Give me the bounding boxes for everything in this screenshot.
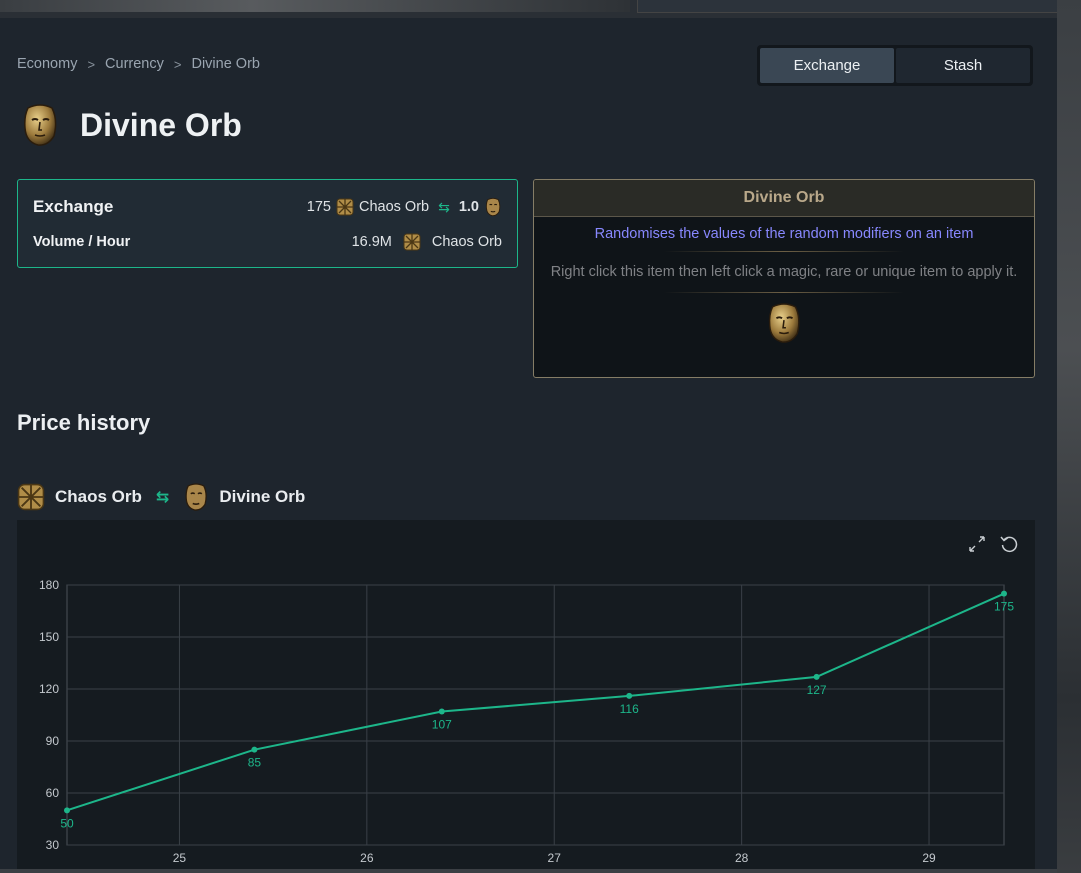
x-tick-label: 26 bbox=[360, 851, 374, 865]
chaos-orb-icon bbox=[336, 198, 354, 216]
y-tick-label: 180 bbox=[39, 578, 59, 592]
y-tick-label: 120 bbox=[39, 682, 59, 696]
y-tick-label: 60 bbox=[46, 786, 60, 800]
breadcrumb-economy[interactable]: Economy bbox=[17, 56, 77, 72]
exchange-label: Exchange bbox=[33, 197, 114, 216]
exchange-amount: 175 bbox=[306, 199, 331, 215]
divine-orb-icon bbox=[485, 197, 501, 217]
tooltip-divider bbox=[664, 292, 904, 293]
breadcrumb: Economy > Currency > Divine Orb bbox=[17, 56, 260, 72]
chaos-orb-icon bbox=[17, 483, 45, 511]
data-point bbox=[1001, 590, 1007, 597]
plot-frame bbox=[66, 584, 1005, 846]
view-toggle: Exchange Stash bbox=[757, 45, 1033, 86]
data-point bbox=[813, 673, 820, 680]
data-label: 116 bbox=[620, 702, 639, 716]
volume-currency: Chaos Orb bbox=[431, 234, 502, 250]
background-panel-top bbox=[637, 0, 1058, 13]
data-label: 85 bbox=[248, 756, 262, 770]
volume-amount: 16.9M bbox=[351, 234, 392, 250]
y-tick-label: 150 bbox=[39, 630, 59, 644]
data-label: 127 bbox=[807, 683, 827, 697]
breadcrumb-separator: > bbox=[173, 56, 182, 72]
exchange-card: Exchange 175 Chaos Orb ⇆ 1.0 Volume / Ho… bbox=[17, 179, 518, 268]
tooltip-modifier: Randomises the values of the random modi… bbox=[594, 226, 974, 242]
swap-arrows-icon: ⇆ bbox=[155, 489, 170, 506]
divine-orb-icon bbox=[185, 483, 208, 511]
volume-value: 16.9M Chaos Orb bbox=[352, 233, 502, 251]
volume-row: Volume / Hour 16.9M Chaos Orb bbox=[33, 233, 502, 251]
pair-from-currency: Chaos Orb bbox=[55, 487, 142, 506]
tooltip-icon-wrap bbox=[534, 300, 1034, 346]
tooltip-title: Divine Orb bbox=[534, 180, 1034, 217]
breadcrumb-divine-orb: Divine Orb bbox=[191, 56, 260, 72]
tab-exchange[interactable]: Exchange bbox=[760, 48, 894, 83]
breadcrumb-currency[interactable]: Currency bbox=[105, 56, 164, 72]
price-line bbox=[66, 592, 1005, 812]
background-scroll-edge bbox=[1057, 0, 1081, 873]
data-point bbox=[626, 692, 633, 699]
breadcrumb-separator: > bbox=[87, 56, 96, 72]
x-tick-label: 25 bbox=[173, 851, 187, 865]
chaos-orb-icon bbox=[403, 233, 421, 251]
y-tick-label: 30 bbox=[46, 838, 60, 852]
x-tick-label: 27 bbox=[548, 851, 562, 865]
data-label: 50 bbox=[60, 816, 74, 830]
tooltip-help-text: Right click this item then left click a … bbox=[550, 264, 1018, 280]
exchange-ratio: 1.0 bbox=[458, 199, 479, 215]
data-label: 107 bbox=[432, 718, 452, 732]
exchange-value: 175 Chaos Orb ⇆ 1.0 bbox=[307, 197, 502, 217]
divine-orb-icon bbox=[24, 104, 57, 146]
exchange-currency: Chaos Orb bbox=[358, 199, 430, 215]
volume-label: Volume / Hour bbox=[33, 234, 131, 250]
data-label: 175 bbox=[994, 600, 1014, 614]
tab-stash[interactable]: Stash bbox=[896, 48, 1030, 83]
y-tick-label: 90 bbox=[46, 734, 60, 748]
x-tick-label: 29 bbox=[922, 851, 936, 865]
background-strip bbox=[0, 0, 630, 12]
data-point bbox=[251, 746, 258, 753]
data-point bbox=[64, 807, 70, 814]
pair-to-currency: Divine Orb bbox=[219, 487, 306, 506]
chart-canvas: 30 60 90 120 150 180 25 26 27 28 29 50 85 107 116 127 17… bbox=[39, 578, 1014, 865]
currency-pair: Chaos Orb ⇆ Divine Orb bbox=[17, 482, 305, 512]
x-tick-label: 28 bbox=[735, 851, 749, 865]
item-header: Divine Orb bbox=[20, 102, 242, 148]
main-panel: Economy > Currency > Divine Orb Exchange… bbox=[0, 18, 1057, 871]
swap-arrows-icon: ⇆ bbox=[438, 198, 450, 215]
price-history-heading: Price history bbox=[17, 410, 151, 435]
item-tooltip: Divine Orb Randomises the values of the … bbox=[533, 179, 1035, 378]
background-bottom bbox=[0, 869, 1057, 873]
exchange-row: Exchange 175 Chaos Orb ⇆ 1.0 bbox=[33, 197, 502, 217]
divine-orb-icon bbox=[768, 303, 800, 343]
data-point bbox=[438, 708, 445, 715]
price-chart: 30 60 90 120 150 180 25 26 27 28 29 50 85 107 116 127 17… bbox=[17, 520, 1035, 871]
page-title: Divine Orb bbox=[80, 106, 242, 143]
